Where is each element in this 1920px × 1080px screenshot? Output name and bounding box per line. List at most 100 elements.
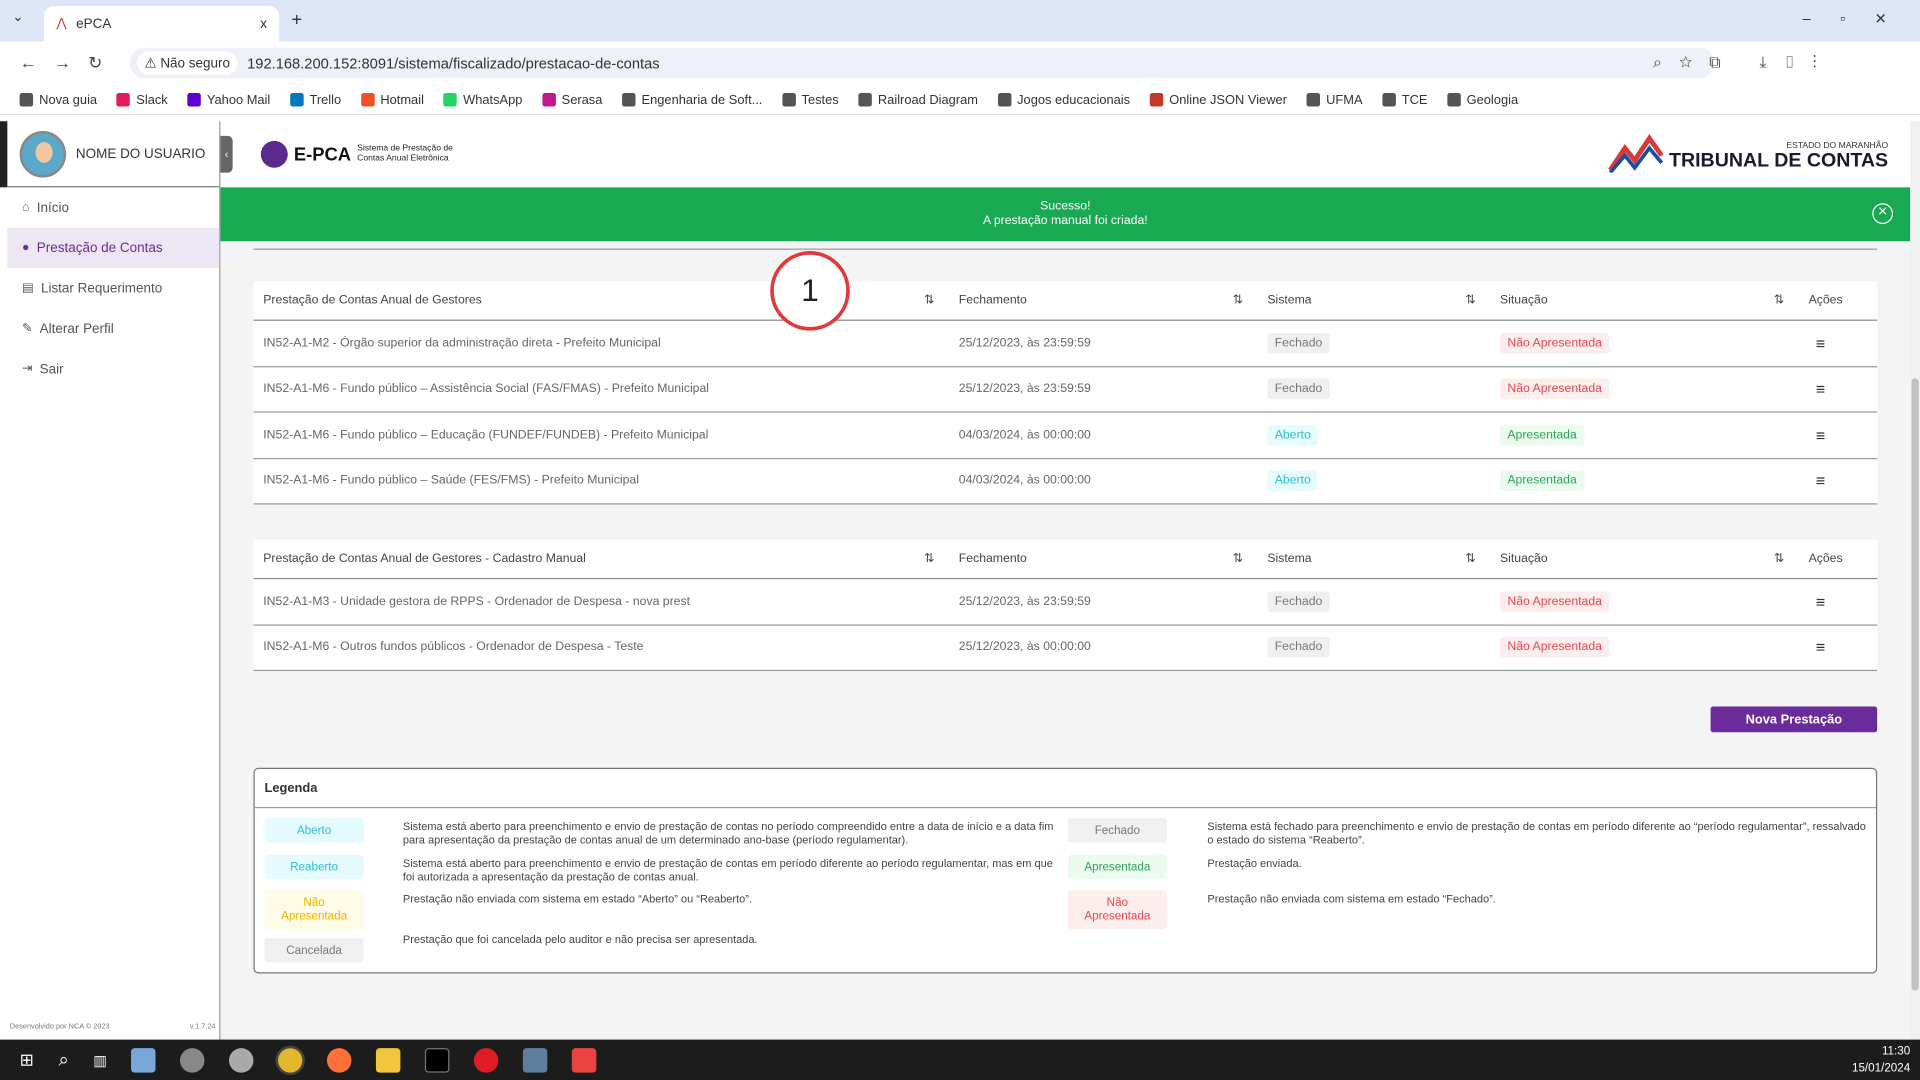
sidebar: NOME DO USUARIO ⌂ Início ● Prestação de Con… [0,121,221,1040]
bookmark-item[interactable]: Nova guia [19,92,98,108]
bookmark-item[interactable]: Online JSON Viewer [1149,92,1287,108]
fechamento-date: 25/12/2023, às 23:59:59 [958,382,1091,396]
bookmark-item[interactable]: TCE [1382,92,1427,107]
nova-prestacao-button[interactable]: Nova Prestação [1710,706,1878,733]
banner-message: A prestação manual foi criada! [982,214,1148,228]
actions-menu-icon[interactable]: ≡ [1809,380,1825,398]
sidebar-item-label: Início [36,200,69,215]
bookmark-item[interactable]: Engenharia de Soft... [621,92,762,107]
sidebar-item[interactable]: ✎ Alterar Perfil [7,309,219,349]
close-tab-icon[interactable]: x [260,17,267,32]
firefox-icon[interactable] [327,1047,353,1073]
close-banner-icon[interactable]: ✕ [1872,203,1894,225]
fechamento-date: 04/03/2024, às 00:00:00 [958,474,1091,488]
security-indicator[interactable]: ⚠ Não seguro [137,51,238,75]
app-icon[interactable] [229,1047,255,1073]
sort-icon[interactable]: ⇅ [1774,552,1784,565]
opera-icon[interactable] [474,1047,499,1073]
sort-icon[interactable]: ⇅ [924,294,934,307]
table-header: Prestação de Contas Anual de Gestores - … [253,540,1878,580]
collapse-sidebar-button[interactable]: ‹ [220,135,233,173]
app-icon[interactable] [180,1047,206,1073]
column-header[interactable]: Fechamento ⇅ [949,294,1258,307]
start-icon[interactable]: ⊞ [20,1049,34,1070]
bookmark-item[interactable]: Jogos educacionais [997,92,1131,108]
table-row: IN52-A1-M6 - Outros fundos públicos - Or… [253,625,1878,672]
search-icon[interactable]: ⌕ [58,1049,68,1070]
chrome-icon[interactable] [276,1045,306,1075]
bookmark-item[interactable]: Geologia [1447,92,1518,107]
bookmark-icon [1447,93,1461,107]
sort-icon[interactable]: ⇅ [924,552,934,565]
app-icon[interactable] [131,1047,157,1073]
bookmark-label: Testes [801,92,839,108]
task-view-icon[interactable]: ▥ [93,1051,107,1068]
url-text: 192.168.200.152:8091/sistema/fiscalizado… [247,54,660,72]
prestacao-name: IN52-A1-M6 - Fundo público – Educação (F… [263,428,709,442]
bookmark-item[interactable]: Serasa [542,92,602,107]
column-header[interactable]: Situação ⇅ [1490,294,1799,307]
actions-menu-icon[interactable]: ≡ [1809,426,1825,444]
legend-description: Prestação não enviada com sistema em est… [1207,892,1496,905]
calculator-icon[interactable] [523,1047,548,1073]
bookmark-item[interactable]: Railroad Diagram [858,92,978,107]
bookmark-icon [360,93,375,107]
window-controls[interactable]: –▫✕ [1802,10,1916,27]
actions-menu-icon[interactable]: ≡ [1809,638,1825,656]
sidebar-item[interactable]: ▤ Listar Requerimento [7,268,219,308]
scrollbar[interactable] [1910,121,1920,1040]
bookmark-item[interactable]: Yahoo Mail [187,92,270,107]
new-tab-button[interactable]: + [291,10,302,31]
bookmark-label: Jogos educacionais [1017,92,1131,108]
nav-buttons[interactable]: ←→↻ [20,53,120,74]
sidebar-item[interactable]: ⌂ Início [7,187,219,227]
sort-icon[interactable]: ⇅ [1233,552,1243,565]
actions-menu-icon[interactable]: ≡ [1809,472,1825,490]
bookmark-label: Online JSON Viewer [1169,92,1287,108]
file-explorer-icon[interactable] [376,1047,402,1073]
sort-icon[interactable]: ⇅ [1774,294,1784,307]
browser-actions[interactable]: ⌕☆⧉ ⤓▯⋮ [1653,53,1834,73]
tab-list-chevron-icon[interactable]: ⌄ [12,9,23,25]
sidebar-item[interactable]: ⇥ Sair [7,349,219,389]
column-header[interactable]: Prestação de Contas Anual de Gestores - … [253,552,949,565]
legend-description: Prestação enviada. [1207,857,1302,870]
bookmark-item[interactable]: WhatsApp [443,92,523,108]
prestacao-name: IN52-A1-M6 - Fundo público – Assistência… [263,382,710,396]
bookmark-icon [621,93,636,107]
browser-tab[interactable]: ⋀ ePCA x [44,6,280,42]
column-header[interactable]: Situação ⇅ [1490,552,1799,565]
sort-icon[interactable]: ⇅ [1465,552,1475,565]
bookmark-item[interactable]: Testes [781,92,839,108]
taskbar: ⊞ ⌕ ▥ 11:30 15/01/2024 [0,1039,1920,1080]
sidebar-item[interactable]: ● Prestação de Contas [7,227,220,269]
column-header[interactable]: Sistema ⇅ [1258,552,1491,565]
bookmark-item[interactable]: UFMA [1306,92,1363,107]
bookmark-icon [1382,93,1396,107]
bookmark-icon [781,93,796,107]
anydesk-icon[interactable] [572,1047,597,1073]
bookmark-item[interactable]: Trello [289,92,341,107]
home-icon: ⌂ [22,200,30,215]
legend-description: Sistema está aberto para preenchimento e… [402,820,1054,847]
document-icon: ▤ [22,281,34,296]
column-header[interactable]: Sistema ⇅ [1258,294,1491,307]
address-bar[interactable]: ⚠ Não seguro 192.168.200.152:8091/sistem… [129,47,1715,79]
column-header[interactable]: Fechamento ⇅ [949,552,1258,565]
sidebar-item-label: Alterar Perfil [39,321,114,337]
tce-state: ESTADO DO MARANHÃO [1786,142,1889,151]
sort-icon[interactable]: ⇅ [1233,294,1243,307]
bookmark-item[interactable]: Hotmail [360,92,424,107]
bookmark-icon [542,93,556,107]
terminal-icon[interactable] [425,1047,450,1073]
bookmark-item[interactable]: Slack [116,92,168,107]
browser-tab-strip [0,0,1920,42]
annotation-marker: 1 [770,251,850,331]
actions-menu-icon[interactable]: ≡ [1809,592,1825,610]
bookmark-icon [1306,93,1321,107]
bookmark-label: Nova guia [39,92,98,108]
bookmark-label: WhatsApp [463,92,523,108]
user-profile: NOME DO USUARIO [7,121,220,188]
sort-icon[interactable]: ⇅ [1465,294,1475,307]
actions-menu-icon[interactable]: ≡ [1809,334,1825,352]
